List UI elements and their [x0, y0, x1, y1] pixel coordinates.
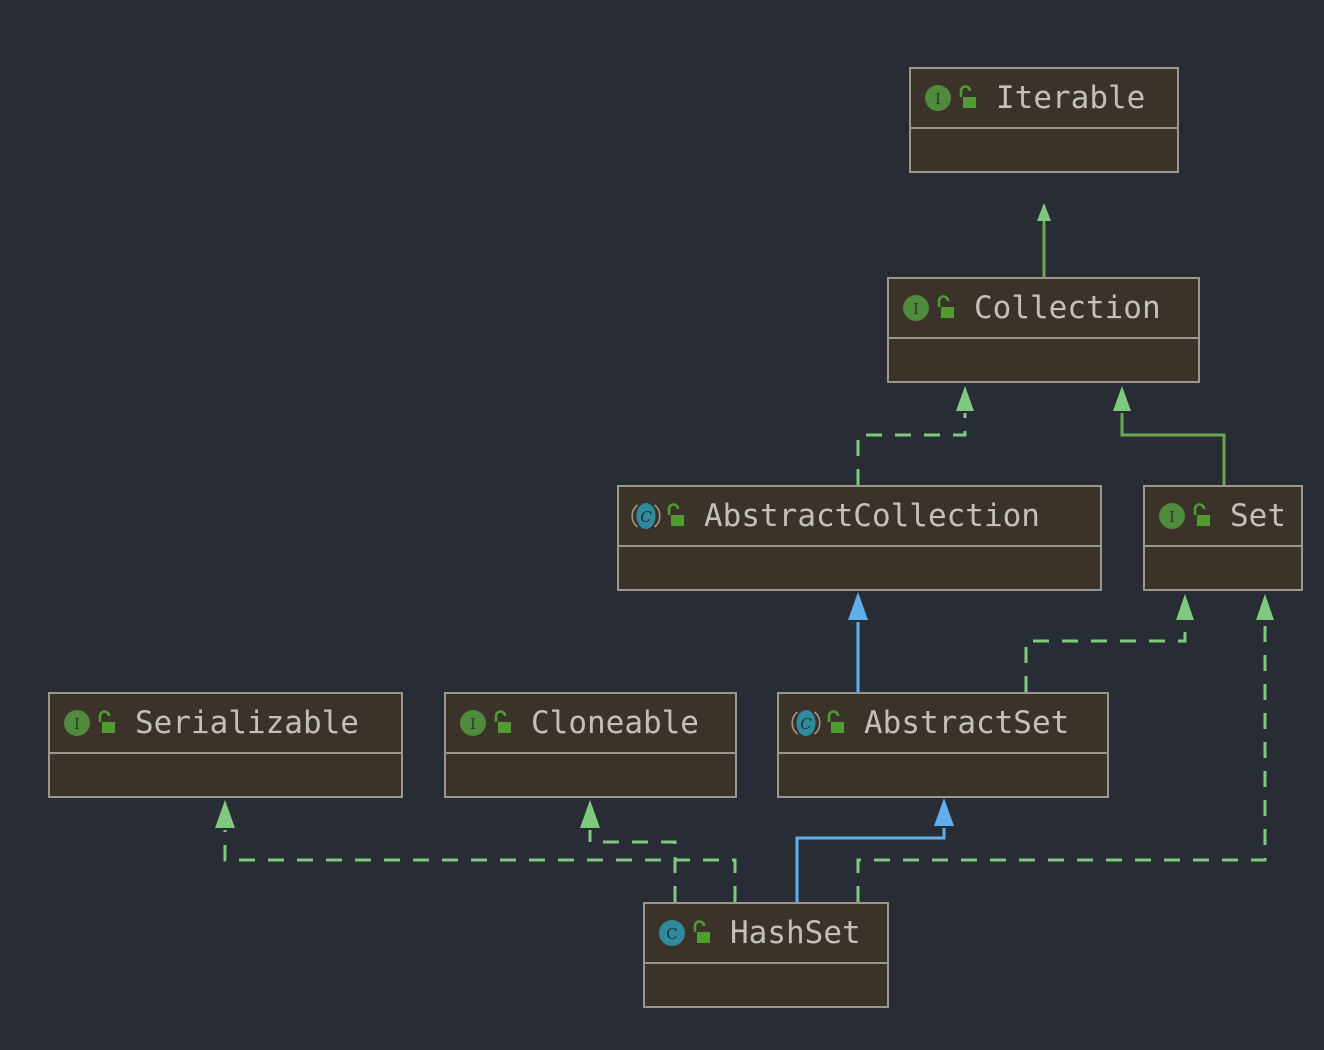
svg-text:I: I — [913, 300, 919, 318]
edge-hashset-to-serializable — [215, 800, 737, 902]
edge-abstractset-to-set — [1024, 594, 1194, 692]
node-header: C AbstractSet — [779, 694, 1107, 754]
node-members-compartment — [50, 754, 401, 796]
svg-text:I: I — [1169, 508, 1175, 526]
node-header: C AbstractCollection — [619, 487, 1100, 547]
unlocked-padlock-icon — [664, 503, 686, 529]
unlocked-padlock-icon — [690, 920, 712, 946]
node-header: I Set — [1145, 487, 1301, 547]
node-members-compartment — [911, 129, 1177, 171]
unlocked-padlock-icon — [1190, 503, 1212, 529]
node-header: I Iterable — [911, 69, 1177, 129]
unlocked-padlock-icon — [934, 295, 956, 321]
interface-icon: I — [901, 293, 931, 323]
interface-icon: I — [62, 708, 92, 738]
svg-text:C: C — [640, 508, 652, 526]
node-title: Set — [1230, 497, 1286, 534]
node-title: AbstractCollection — [704, 497, 1040, 534]
edge-hashset-to-abstractset — [795, 798, 954, 902]
svg-text:C: C — [800, 715, 812, 733]
interface-icon: I — [458, 708, 488, 738]
node-header: I Serializable — [50, 694, 401, 754]
svg-text:I: I — [935, 90, 941, 108]
uml-node-hashset[interactable]: C HashSet — [643, 902, 889, 1008]
unlocked-padlock-icon — [491, 710, 513, 736]
node-members-compartment — [645, 964, 887, 1006]
node-title: AbstractSet — [864, 704, 1070, 741]
node-title: Cloneable — [531, 704, 699, 741]
uml-diagram-canvas: I Iterable I Collection C AbstractCollec… — [0, 0, 1324, 1050]
interface-icon: I — [923, 83, 953, 113]
node-members-compartment — [446, 754, 735, 796]
edge-abstractcollection-to-collection — [856, 386, 974, 485]
node-title: Serializable — [135, 704, 359, 741]
unlocked-padlock-icon — [824, 710, 846, 736]
uml-node-abstract-collection[interactable]: C AbstractCollection — [617, 485, 1102, 591]
edge-hashset-to-cloneable — [580, 800, 677, 902]
class-icon: C — [657, 918, 687, 948]
node-title: HashSet — [730, 914, 861, 951]
uml-node-collection[interactable]: I Collection — [887, 277, 1200, 383]
edge-collection-to-iterable — [1037, 203, 1051, 277]
edge-set-to-collection — [1113, 386, 1226, 485]
node-header: C HashSet — [645, 904, 887, 964]
unlocked-padlock-icon — [95, 710, 117, 736]
node-title: Iterable — [996, 79, 1146, 116]
svg-text:C: C — [666, 925, 677, 943]
interface-icon: I — [1157, 501, 1187, 531]
node-members-compartment — [889, 339, 1198, 381]
edge-abstractset-to-abstractcollection — [848, 592, 868, 692]
node-header: I Collection — [889, 279, 1198, 339]
uml-node-serializable[interactable]: I Serializable — [48, 692, 403, 798]
uml-node-cloneable[interactable]: I Cloneable — [444, 692, 737, 798]
node-members-compartment — [619, 547, 1100, 589]
abstract-class-icon: C — [631, 501, 661, 531]
node-members-compartment — [1145, 547, 1301, 589]
svg-text:I: I — [74, 715, 80, 733]
unlocked-padlock-icon — [956, 85, 978, 111]
node-header: I Cloneable — [446, 694, 735, 754]
uml-node-set[interactable]: I Set — [1143, 485, 1303, 591]
node-title: Collection — [974, 289, 1161, 326]
uml-node-abstract-set[interactable]: C AbstractSet — [777, 692, 1109, 798]
abstract-class-icon: C — [791, 708, 821, 738]
uml-node-iterable[interactable]: I Iterable — [909, 67, 1179, 173]
node-members-compartment — [779, 754, 1107, 796]
svg-text:I: I — [470, 715, 476, 733]
